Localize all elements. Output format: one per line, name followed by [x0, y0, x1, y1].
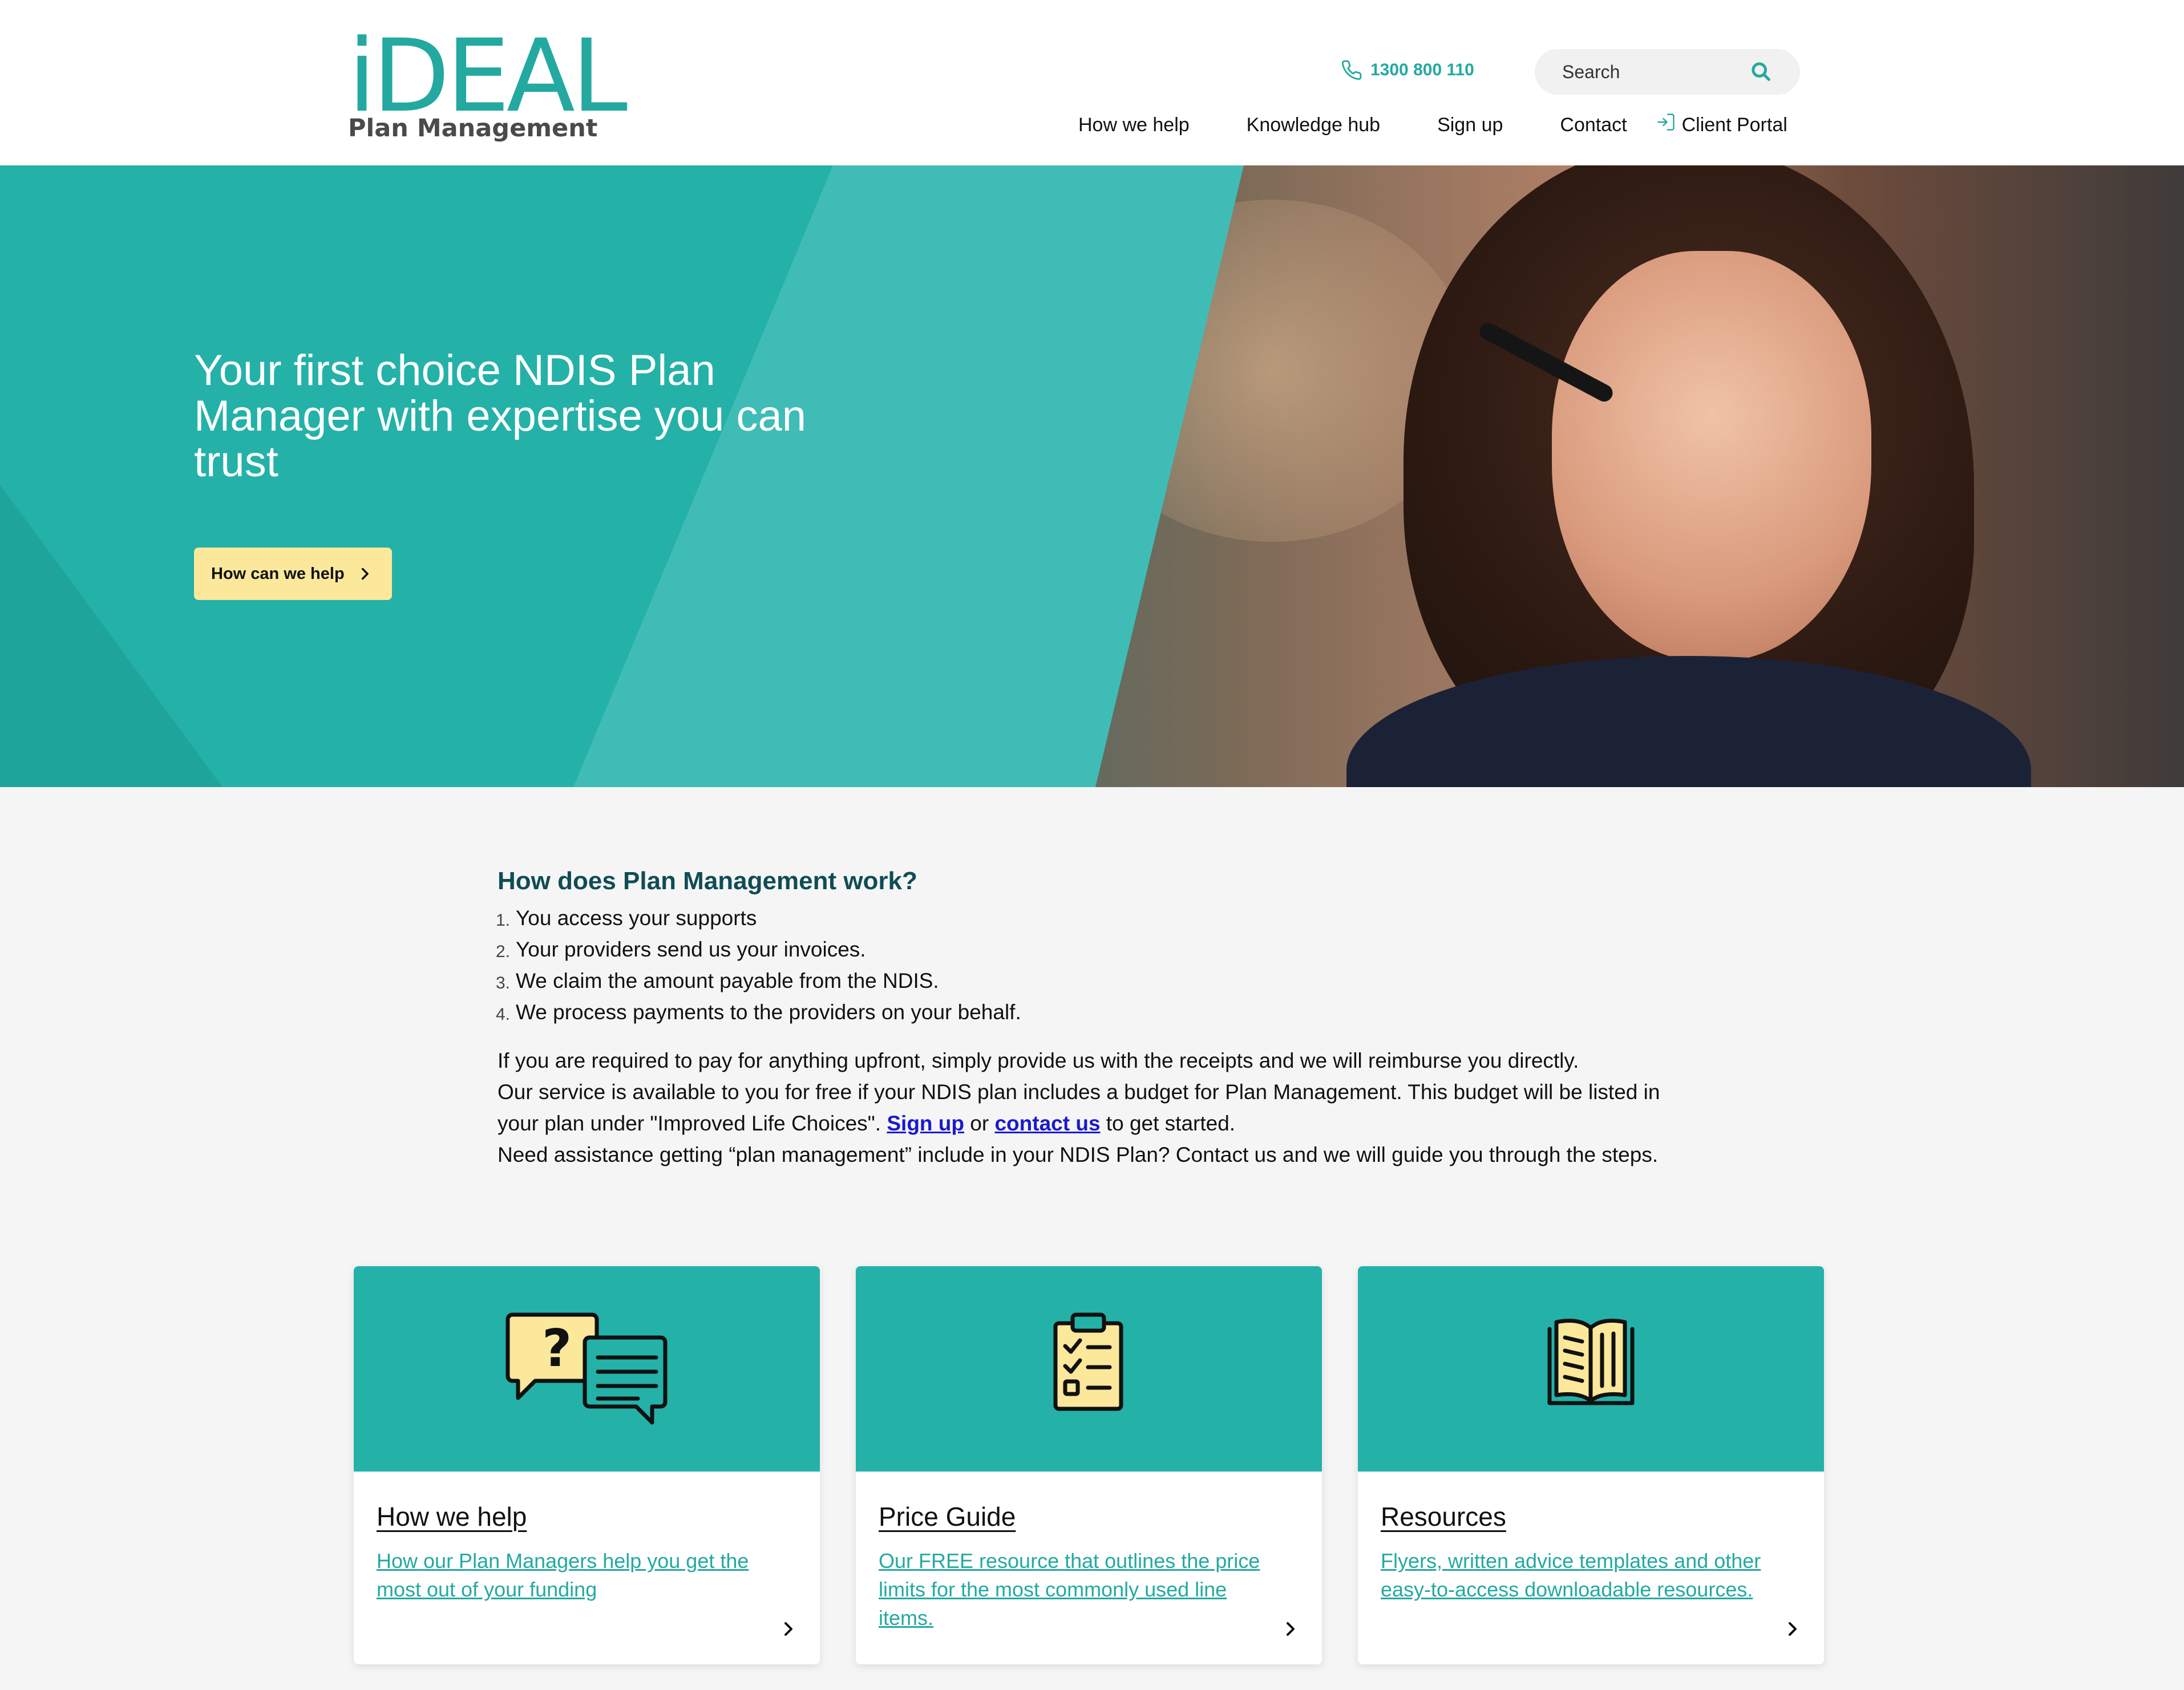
- logo-wordmark: iDEAL: [348, 18, 628, 135]
- hero-banner: Your first choice NDIS Plan Manager with…: [0, 165, 2184, 787]
- chevron-right-icon[interactable]: [782, 1621, 794, 1637]
- sign-up-link[interactable]: Sign up: [887, 1112, 964, 1135]
- search-input[interactable]: [1562, 49, 1750, 95]
- open-book-icon: [1547, 1319, 1635, 1405]
- assistance-paragraph: Need assistance getting “plan management…: [498, 1143, 1659, 1166]
- hero-title: Your first choice NDIS Plan Manager with…: [194, 346, 807, 486]
- card-description[interactable]: Our FREE resource that outlines the pric…: [879, 1547, 1278, 1632]
- contact-us-link[interactable]: contact us: [994, 1112, 1100, 1135]
- card-title[interactable]: How we help: [377, 1501, 527, 1532]
- search-box: [1535, 49, 1800, 95]
- list-item: 3. We claim the amount payable from the N…: [495, 969, 939, 992]
- nav-contact[interactable]: Contact: [1560, 114, 1627, 136]
- logo-subtitle: Plan Management: [348, 114, 598, 143]
- list-item: 2. Your providers send us your invoices.: [495, 938, 866, 961]
- clipboard-checklist-icon: [1053, 1312, 1123, 1411]
- card-description[interactable]: How our Plan Managers help you get the m…: [377, 1547, 776, 1604]
- card-how-we-help[interactable]: ? How we help How our Plan Managers help…: [354, 1266, 820, 1664]
- hero-button-label: How can we help: [211, 564, 345, 583]
- chevron-right-icon[interactable]: [1786, 1621, 1798, 1637]
- card-resources[interactable]: Resources Flyers, written advice templat…: [1358, 1266, 1824, 1664]
- plan-management-info: How does Plan Management work? 1. You acc…: [495, 867, 1696, 1170]
- card-price-guide[interactable]: Price Guide Our FREE resource that outli…: [856, 1266, 1322, 1664]
- brand-logo[interactable]: iDEAL Plan Management: [348, 26, 628, 145]
- card-description[interactable]: Flyers, written advice templates and oth…: [1381, 1547, 1780, 1604]
- phone-link[interactable]: 1300 800 110: [1341, 59, 1474, 81]
- phone-number: 1300 800 110: [1370, 60, 1474, 79]
- card-title[interactable]: Price Guide: [879, 1501, 1016, 1532]
- phone-icon: [1341, 60, 1362, 80]
- chat-question-icon: ?: [505, 1312, 668, 1425]
- reimburse-paragraph: If you are required to pay for anything …: [498, 1049, 1579, 1072]
- site-header: iDEAL Plan Management 1300 800 110 How w…: [0, 0, 2184, 165]
- card-title[interactable]: Resources: [1381, 1501, 1506, 1532]
- list-item: 1. You access your supports: [495, 906, 757, 930]
- section-heading: How does Plan Management work?: [498, 867, 917, 895]
- list-item: 4. We process payments to the providers o…: [495, 1000, 1021, 1024]
- nav-client-portal[interactable]: Client Portal: [1656, 113, 1787, 136]
- nav-knowledge-hub[interactable]: Knowledge hub: [1247, 114, 1380, 136]
- nav-sign-up[interactable]: Sign up: [1437, 114, 1503, 136]
- client-portal-label: Client Portal: [1681, 114, 1787, 136]
- main-nav: How we help Knowledge hub Sign up Contac…: [1078, 113, 1787, 136]
- how-can-we-help-button[interactable]: How can we help: [194, 548, 392, 600]
- search-icon[interactable]: [1750, 60, 1773, 83]
- chevron-right-icon[interactable]: [1284, 1621, 1296, 1637]
- steps-list: 1. You access your supports 2. Your provid…: [495, 902, 1696, 1028]
- svg-text:?: ?: [542, 1319, 572, 1379]
- login-icon: [1657, 113, 1675, 131]
- nav-how-we-help[interactable]: How we help: [1078, 114, 1190, 136]
- chevron-right-icon: [361, 568, 369, 580]
- budget-paragraph: Our service is available to you for free…: [498, 1080, 1660, 1135]
